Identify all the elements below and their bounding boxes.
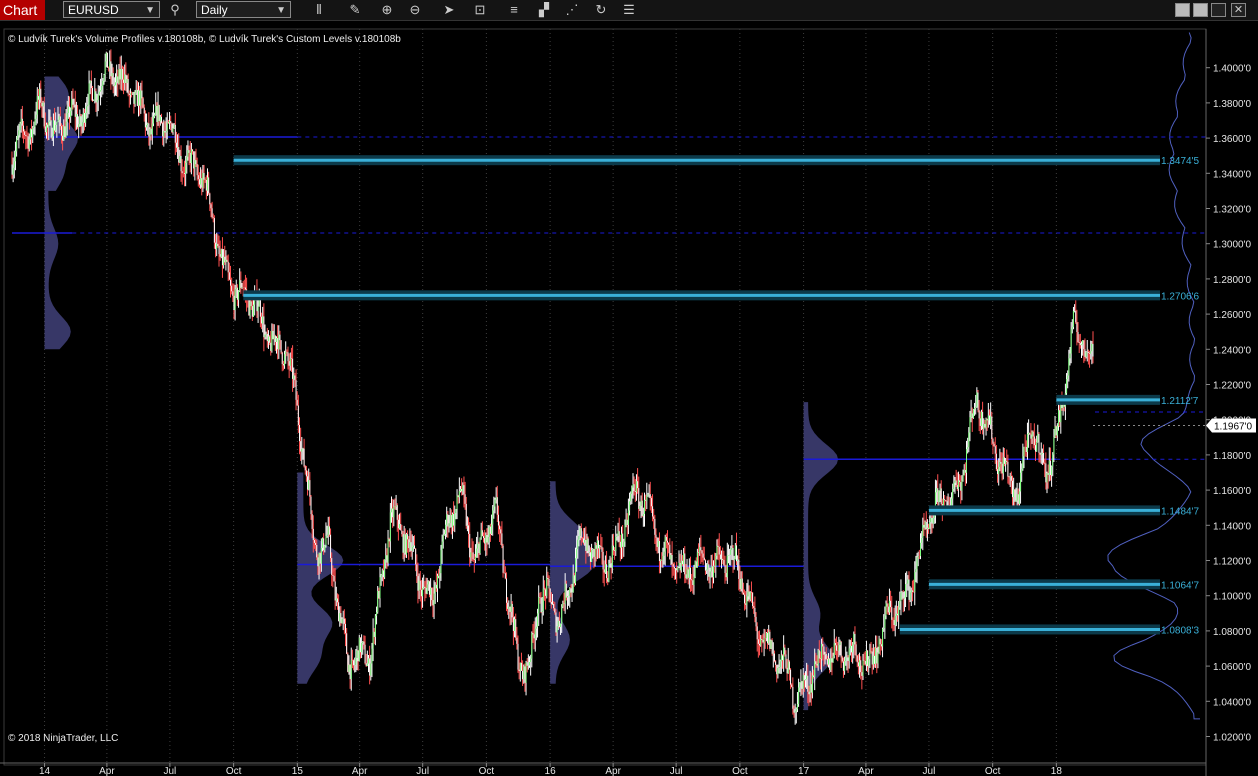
price-chart[interactable]: 1.3474'5 1.2706'6 1.2112'7 1.1484'7 1.1064'7… [0, 21, 1258, 776]
price-tick-label: 1.0800'0 [1213, 627, 1251, 638]
price-tick-label: 1.1200'0 [1213, 557, 1251, 568]
chevron-down-icon: ▼ [145, 5, 155, 16]
reload-icon[interactable]: ↻ [592, 1, 610, 19]
price-tick-label: 1.3800'0 [1213, 99, 1251, 110]
custom-level-label: 1.1484'7 [1161, 506, 1199, 517]
price-tick-label: 1.2400'0 [1213, 345, 1251, 356]
interval-select[interactable]: Daily ▼ [196, 1, 291, 18]
time-tick-label: 17 [798, 766, 810, 776]
time-tick-label: Apr [99, 766, 115, 776]
time-tick-label: Jul [416, 766, 429, 776]
price-tick-label: 1.0600'0 [1213, 662, 1251, 673]
time-tick-label: Jul [923, 766, 936, 776]
price-tick-label: 1.2800'0 [1213, 275, 1251, 286]
custom-level-label: 1.3474'5 [1161, 156, 1199, 167]
price-tick-label: 1.0400'0 [1213, 697, 1251, 708]
current-price-label: 1.1967'0 [1214, 422, 1252, 433]
chart-tab[interactable]: Chart [0, 0, 45, 20]
time-tick-label: 15 [292, 766, 304, 776]
minimize-button[interactable] [1175, 3, 1190, 17]
price-tick-label: 1.1000'0 [1213, 592, 1251, 603]
instrument-select[interactable]: EURUSD ▼ [63, 1, 160, 18]
close-icon[interactable]: ✕ [1231, 3, 1246, 17]
time-tick-label: Oct [479, 766, 495, 776]
strategies-icon[interactable]: ▞ [535, 1, 553, 19]
time-tick-label: Jul [164, 766, 177, 776]
time-tick-label: 18 [1051, 766, 1063, 776]
time-tick-label: Jul [670, 766, 683, 776]
time-tick-label: 16 [545, 766, 557, 776]
time-tick-label: Oct [732, 766, 748, 776]
time-tick-label: Apr [352, 766, 368, 776]
order-icon[interactable]: ≡ [505, 1, 523, 19]
copyright-text: © 2018 NinjaTrader, LLC [8, 733, 119, 744]
price-tick-label: 1.0200'0 [1213, 733, 1251, 744]
time-tick-label: Oct [226, 766, 242, 776]
price-tick-label: 1.1600'0 [1213, 486, 1251, 497]
time-tick-label: 14 [39, 766, 51, 776]
price-tick-label: 1.1800'0 [1213, 451, 1251, 462]
data-box-icon[interactable]: ⊡ [471, 1, 489, 19]
custom-level-label: 1.2706'6 [1161, 291, 1199, 302]
pointer-icon[interactable]: ➤ [440, 1, 458, 19]
price-tick-label: 1.3000'0 [1213, 240, 1251, 251]
plot-area [3, 28, 1207, 766]
indicator-header: © Ludvík Turek's Volume Profiles v.18010… [8, 34, 401, 45]
price-tick-label: 1.1400'0 [1213, 521, 1251, 532]
search-icon[interactable]: ⚲ [166, 1, 184, 19]
properties-icon[interactable]: ☰ [620, 1, 638, 19]
time-tick-label: Oct [985, 766, 1001, 776]
custom-level-label: 1.2112'7 [1161, 396, 1199, 407]
time-tick-label: Apr [605, 766, 621, 776]
toolbar: Chart EURUSD ▼ ⚲ Daily ▼ ⫴ ✎ ⊕ ⊖ ➤ ⊡ ≡ ▞… [0, 0, 1258, 21]
maximize-button[interactable] [1211, 3, 1226, 17]
custom-level-label: 1.0808'3 [1161, 625, 1199, 636]
chevron-down-icon: ▼ [276, 5, 286, 16]
price-tick-label: 1.3600'0 [1213, 134, 1251, 145]
price-tick-label: 1.2600'0 [1213, 310, 1251, 321]
restore-button[interactable] [1193, 3, 1208, 17]
interval-value: Daily [201, 3, 228, 17]
price-tick-label: 1.3400'0 [1213, 169, 1251, 180]
price-tick-label: 1.4000'0 [1213, 64, 1251, 75]
bar-style-icon[interactable]: ⫴ [310, 1, 328, 19]
indicators-icon[interactable]: ⋰ [563, 1, 581, 19]
zoom-out-icon[interactable]: ⊖ [406, 1, 424, 19]
pencil-icon[interactable]: ✎ [346, 1, 364, 19]
instrument-value: EURUSD [68, 3, 119, 17]
zoom-in-icon[interactable]: ⊕ [378, 1, 396, 19]
price-tick-label: 1.2200'0 [1213, 381, 1251, 392]
custom-level-label: 1.1064'7 [1161, 580, 1199, 591]
time-tick-label: Apr [858, 766, 874, 776]
price-tick-label: 1.3200'0 [1213, 205, 1251, 216]
